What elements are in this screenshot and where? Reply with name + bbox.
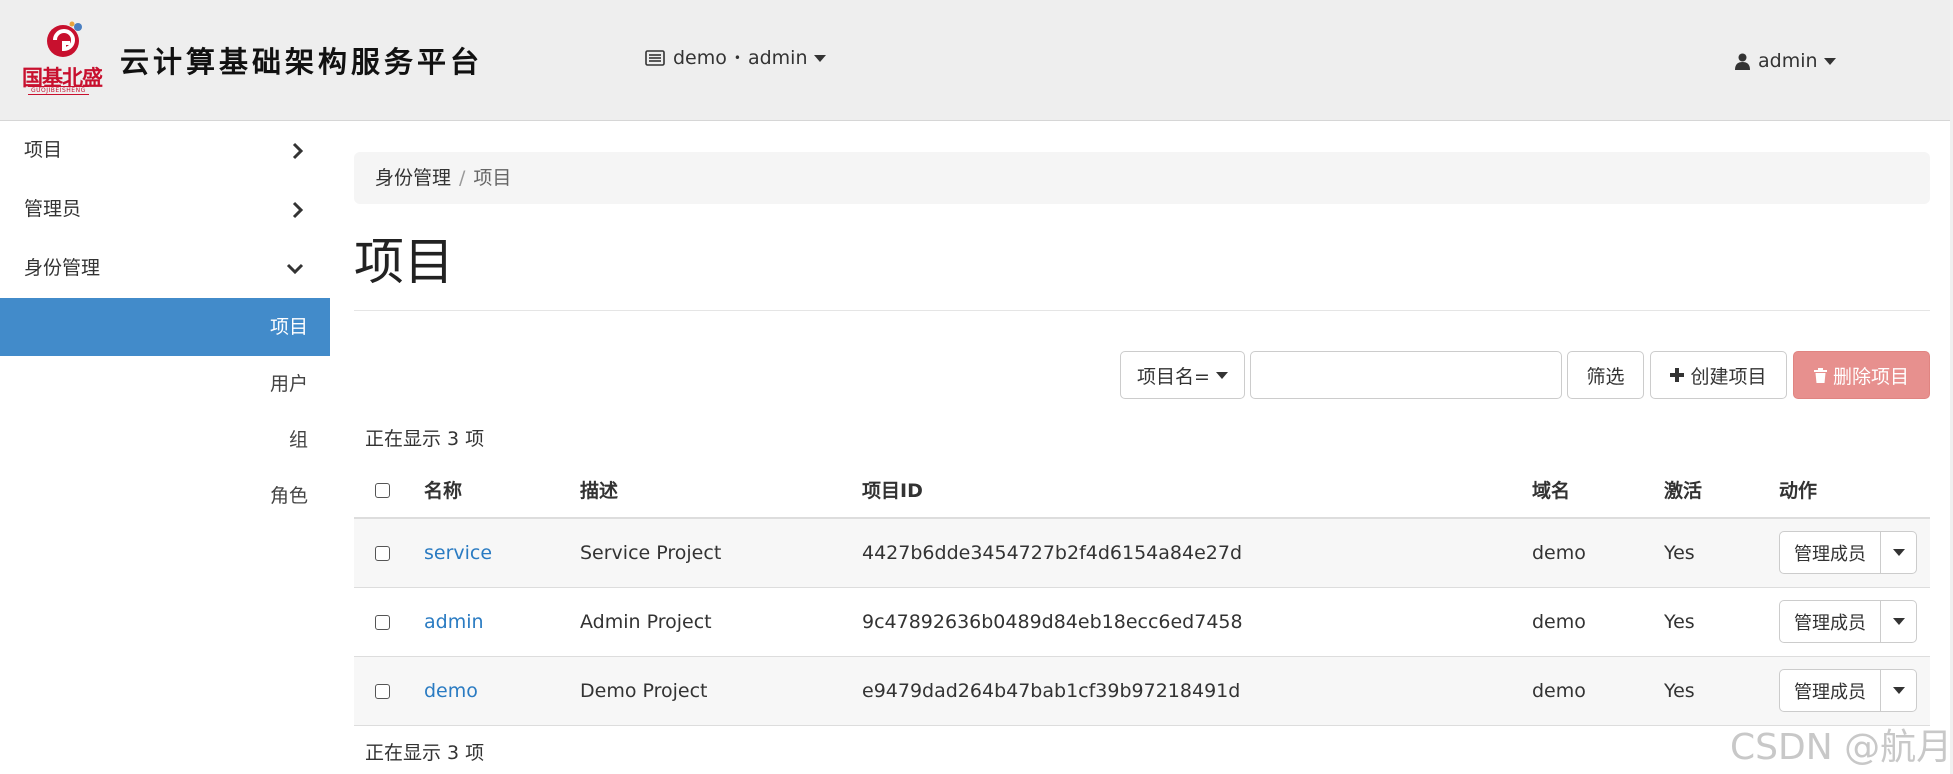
sidebar-subitem-groups[interactable]: 组 [0,412,330,468]
sidebar-subitem-roles[interactable]: 角色 [0,468,330,524]
filter-input[interactable] [1250,351,1562,399]
project-id: 4427b6dde3454727b2f4d6154a84e27d [862,518,1532,588]
row-actions: 管理成员 [1779,600,1917,643]
divider [354,310,1930,311]
breadcrumb-current: 项目 [473,167,512,189]
project-id: e9479dad264b47bab1cf39b97218491d [862,656,1532,726]
column-header-description[interactable]: 描述 [580,462,862,519]
context-user: admin [747,47,808,69]
row-checkbox[interactable] [375,614,390,630]
chevron-down-icon [286,239,304,298]
sidebar-subitem-users[interactable]: 用户 [0,356,330,412]
table-header-row: 名称 描述 项目ID 域名 激活 动作 [354,462,1930,519]
manage-members-button[interactable]: 管理成员 [1779,531,1881,575]
manage-members-button[interactable]: 管理成员 [1779,600,1881,643]
row-checkbox[interactable] [375,683,390,699]
column-header-actions: 动作 [1779,462,1930,519]
user-dropdown[interactable]: admin [1735,50,1836,72]
logo-emblem-icon [47,21,82,57]
caret-down-icon [813,54,826,62]
column-header-domain[interactable]: 域名 [1532,462,1664,519]
sidebar-item-project[interactable]: 项目 [0,121,330,180]
logo-subtext: GUOJIBEISHENG [28,86,89,95]
company-logo: 国基北盛 GUOJIBEISHENG [20,20,108,95]
plus-icon [1670,368,1685,382]
chevron-right-icon [292,121,304,180]
item-count-footer: 正在显示 3 项 [365,742,485,764]
row-actions: 管理成员 [1779,531,1917,575]
project-description: Service Project [580,518,862,588]
filter-field-label: 项目名= [1137,365,1210,388]
caret-down-icon [1892,687,1905,694]
user-name: admin [1758,50,1818,72]
manage-members-button[interactable]: 管理成员 [1779,669,1881,712]
project-domain: demo [1532,656,1664,726]
project-domain: demo [1532,587,1664,657]
top-navbar: 国基北盛 GUOJIBEISHENG 云计算基础架构服务平台 demo • ad… [0,0,1950,121]
caret-down-icon [1823,57,1836,65]
project-context-dropdown[interactable]: demo • admin [645,47,826,69]
table-row: demo Demo Project e9479dad264b47bab1cf39… [354,656,1930,726]
table-row: service Service Project 4427b6dde3454727… [354,518,1930,588]
select-all-checkbox[interactable] [375,482,390,498]
sidebar: 项目 管理员 身份管理 项目 用户 组 角色 [0,121,330,774]
breadcrumb: 身份管理 / 项目 [354,152,1930,204]
sidebar-item-label: 身份管理 [24,257,101,279]
sidebar-item-admin[interactable]: 管理员 [0,180,330,239]
project-name-link[interactable]: service [424,542,492,564]
create-project-button[interactable]: 创建项目 [1650,351,1787,399]
column-header-enabled[interactable]: 激活 [1664,462,1779,519]
more-actions-toggle[interactable] [1881,600,1917,643]
context-separator: • [733,51,741,65]
table-toolbar: 项目名= 筛选 创建项目 删除项目 [1120,351,1930,399]
user-icon [1735,53,1750,70]
caret-down-icon [1215,371,1228,379]
page-title: 项目 [354,233,454,291]
projects-table: 名称 描述 项目ID 域名 激活 动作 service Service Proj… [354,462,1930,726]
project-enabled: Yes [1664,587,1779,657]
project-enabled: Yes [1664,656,1779,726]
sidebar-item-identity[interactable]: 身份管理 [0,239,330,298]
breadcrumb-parent[interactable]: 身份管理 [375,167,451,189]
project-description: Demo Project [580,656,862,726]
trash-icon [1813,367,1827,383]
filter-button[interactable]: 筛选 [1567,351,1644,399]
project-enabled: Yes [1664,518,1779,588]
delete-projects-button[interactable]: 删除项目 [1793,351,1930,399]
row-checkbox[interactable] [375,545,390,561]
project-name-link[interactable]: admin [424,611,484,633]
sidebar-item-label: 管理员 [24,198,82,220]
item-count: 正在显示 3 项 [365,428,485,450]
create-project-label: 创建项目 [1690,365,1767,388]
watermark: CSDN @航月 [1730,727,1953,768]
sidebar-item-label: 项目 [24,139,63,161]
project-description: Admin Project [580,587,862,657]
delete-projects-label: 删除项目 [1832,365,1909,388]
sidebar-subitem-projects[interactable]: 项目 [0,298,330,356]
column-header-name[interactable]: 名称 [424,462,580,519]
context-project: demo [673,47,727,69]
more-actions-toggle[interactable] [1881,669,1917,712]
breadcrumb-separator: / [459,167,466,189]
caret-down-icon [1892,549,1905,557]
filter-field-dropdown[interactable]: 项目名= [1120,351,1245,399]
project-name-link[interactable]: demo [424,680,478,702]
row-actions: 管理成员 [1779,669,1917,712]
server-list-icon [645,50,665,66]
brand[interactable]: 国基北盛 GUOJIBEISHENG 云计算基础架构服务平台 [20,20,484,95]
more-actions-toggle[interactable] [1881,531,1917,575]
caret-down-icon [1892,618,1905,625]
select-all-cell [354,462,424,519]
project-id: 9c47892636b0489d84eb18ecc6ed7458 [862,587,1532,657]
platform-title: 云计算基础架构服务平台 [120,45,484,79]
chevron-right-icon [292,180,304,239]
project-domain: demo [1532,518,1664,588]
table-row: admin Admin Project 9c47892636b0489d84eb… [354,587,1930,657]
column-header-project-id[interactable]: 项目ID [862,462,1532,519]
